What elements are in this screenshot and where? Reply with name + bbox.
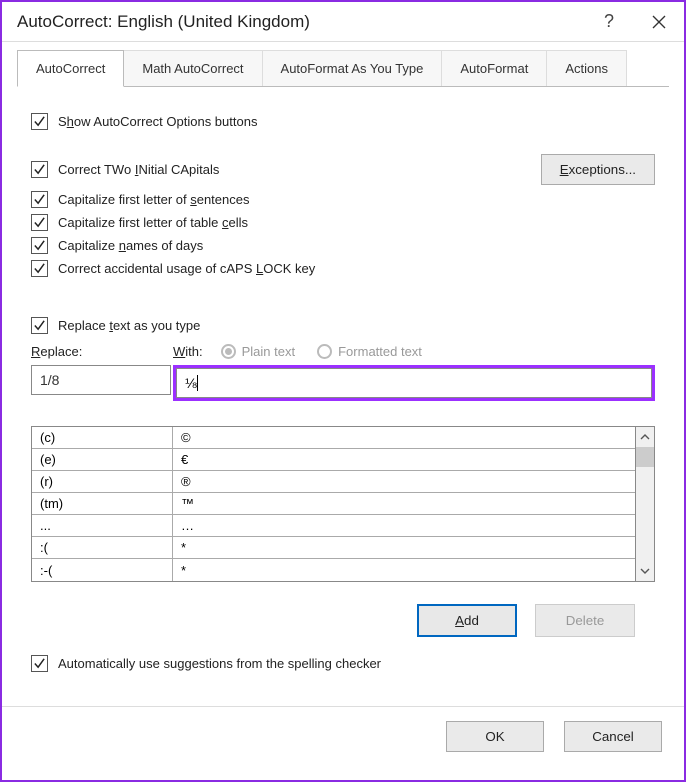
check-show-options[interactable] (31, 113, 48, 130)
with-input[interactable]: ⅛ (176, 368, 652, 398)
title-bar: AutoCorrect: English (United Kingdom) ? (2, 2, 684, 42)
close-icon (652, 15, 666, 29)
tab-math-autocorrect[interactable]: Math AutoCorrect (123, 50, 262, 86)
check-days[interactable] (31, 237, 48, 254)
table-row[interactable]: (r)® (32, 471, 635, 493)
scroll-down-icon[interactable] (636, 561, 654, 581)
checkmark-icon (33, 115, 46, 128)
check-two-initial-label: Correct TWo INitial CApitals (58, 162, 219, 177)
cancel-button[interactable]: Cancel (564, 721, 662, 752)
scrollbar[interactable] (635, 426, 655, 582)
check-replace-as-type-label: Replace text as you type (58, 318, 200, 333)
check-sentences[interactable] (31, 191, 48, 208)
radio-plain-text: Plain text (221, 344, 295, 359)
tab-autoformat[interactable]: AutoFormat (441, 50, 547, 86)
replace-with-labels: Replace: With: Plain text Formatted text (31, 344, 655, 359)
table-row[interactable]: (tm)™ (32, 493, 635, 515)
table-row[interactable]: :-(* (32, 559, 635, 581)
dialog-footer: OK Cancel (2, 706, 684, 766)
replace-label: Replace: (31, 344, 82, 359)
check-sentences-row: Capitalize first letter of sentences (31, 191, 655, 208)
checkmark-icon (33, 262, 46, 275)
delete-button: Delete (535, 604, 635, 637)
table-row[interactable]: (c)© (32, 427, 635, 449)
help-button[interactable]: ? (584, 2, 634, 42)
scroll-up-icon[interactable] (636, 427, 654, 447)
check-caps-lock[interactable] (31, 260, 48, 277)
checkmark-icon (33, 216, 46, 229)
check-auto-suggest-row: Automatically use suggestions from the s… (31, 655, 655, 672)
add-delete-row: Add Delete (31, 604, 655, 637)
ok-button[interactable]: OK (446, 721, 544, 752)
close-button[interactable] (634, 2, 684, 42)
check-replace-as-type[interactable] (31, 317, 48, 334)
check-days-label: Capitalize names of days (58, 238, 203, 253)
checkmark-icon (33, 239, 46, 252)
check-show-options-row: Show AutoCorrect Options buttons (31, 113, 655, 130)
checkmark-icon (33, 657, 46, 670)
checkmark-icon (33, 319, 46, 332)
checkmark-icon (33, 163, 46, 176)
check-sentences-label: Capitalize first letter of sentences (58, 192, 249, 207)
window-title: AutoCorrect: English (United Kingdom) (17, 12, 584, 32)
table-row[interactable]: (e)€ (32, 449, 635, 471)
radio-formatted-text: Formatted text (317, 344, 422, 359)
autocorrect-table: (c)© (e)€ (r)® (tm)™ ...… :(* :-(* (31, 426, 655, 582)
table-row[interactable]: ...… (32, 515, 635, 537)
check-table-cells-row: Capitalize first letter of table cells (31, 214, 655, 231)
text-cursor-icon (197, 375, 198, 391)
check-caps-lock-row: Correct accidental usage of cAPS LOCK ke… (31, 260, 655, 277)
tab-autocorrect[interactable]: AutoCorrect (17, 50, 124, 87)
exceptions-button[interactable]: Exceptions... (541, 154, 655, 185)
check-replace-as-type-row: Replace text as you type (31, 317, 655, 334)
table-body[interactable]: (c)© (e)€ (r)® (tm)™ ...… :(* :-(* (31, 426, 635, 582)
check-table-cells-label: Capitalize first letter of table cells (58, 215, 248, 230)
scroll-thumb[interactable] (636, 447, 654, 467)
replace-with-inputs: 1/8 ⅛ (31, 365, 655, 401)
with-label: With: (173, 344, 203, 359)
check-two-initial-row: Correct TWo INitial CApitals Exceptions.… (31, 154, 655, 185)
radio-icon (317, 344, 332, 359)
check-table-cells[interactable] (31, 214, 48, 231)
check-days-row: Capitalize names of days (31, 237, 655, 254)
table-row[interactable]: :(* (32, 537, 635, 559)
check-auto-suggest[interactable] (31, 655, 48, 672)
check-show-options-label: Show AutoCorrect Options buttons (58, 114, 257, 129)
tab-autoformat-as-you-type[interactable]: AutoFormat As You Type (262, 50, 443, 86)
checkmark-icon (33, 193, 46, 206)
with-input-highlight: ⅛ (173, 365, 655, 401)
check-two-initial[interactable] (31, 161, 48, 178)
replace-input[interactable]: 1/8 (31, 365, 171, 395)
check-caps-lock-label: Correct accidental usage of cAPS LOCK ke… (58, 261, 315, 276)
add-button[interactable]: Add (417, 604, 517, 637)
tab-actions[interactable]: Actions (546, 50, 627, 86)
check-auto-suggest-label: Automatically use suggestions from the s… (58, 656, 381, 671)
radio-icon (221, 344, 236, 359)
tab-bar: AutoCorrect Math AutoCorrect AutoFormat … (17, 50, 669, 87)
scroll-track[interactable] (636, 447, 654, 561)
